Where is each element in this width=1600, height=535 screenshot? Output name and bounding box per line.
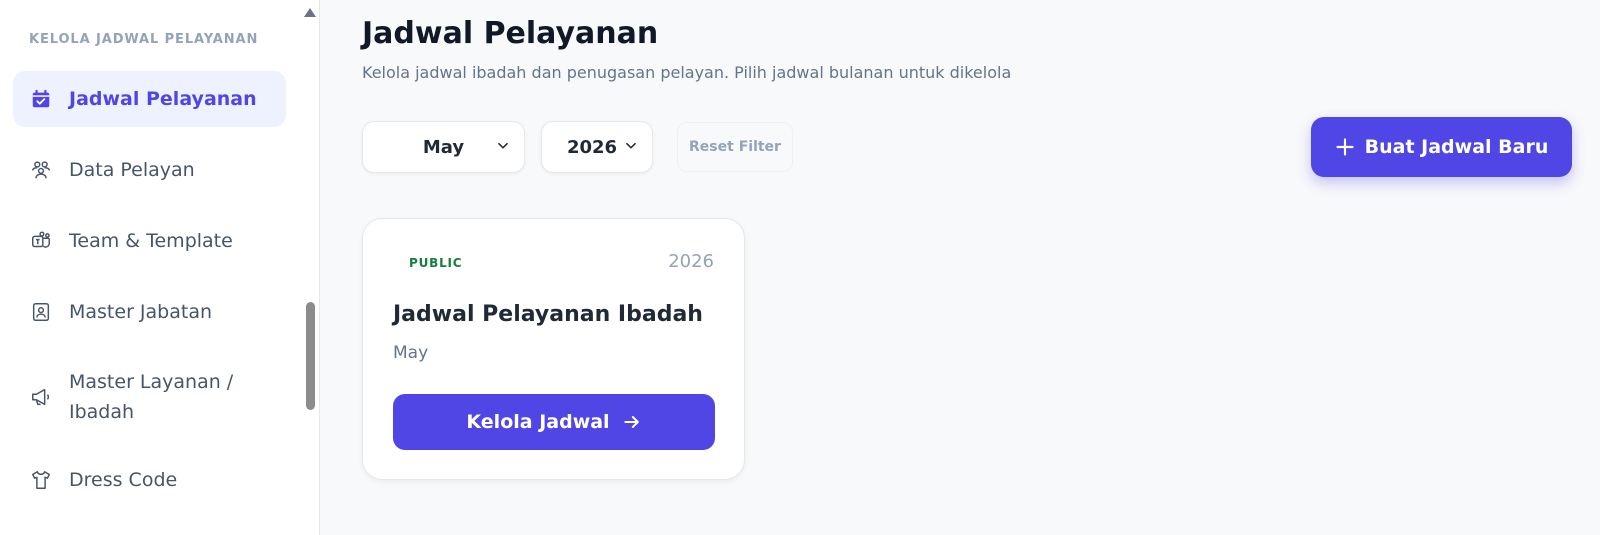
page-title: Jadwal Pelayanan bbox=[362, 16, 659, 51]
month-select[interactable]: May bbox=[362, 121, 525, 173]
month-select-value: May bbox=[422, 136, 465, 158]
sidebar-item-label: Dress Code bbox=[69, 469, 178, 491]
create-schedule-button[interactable]: Buat Jadwal Baru bbox=[1311, 117, 1572, 177]
year-select[interactable]: 2026 bbox=[541, 121, 653, 173]
sidebar-item-label-line2: Ibadah bbox=[69, 401, 135, 423]
scroll-up-arrow-icon[interactable] bbox=[304, 8, 316, 17]
plus-icon bbox=[1336, 138, 1354, 156]
create-schedule-label: Buat Jadwal Baru bbox=[1364, 136, 1549, 158]
sidebar-section-label: KELOLA JADWAL PELAYANAN bbox=[29, 32, 259, 47]
teams-icon bbox=[29, 229, 53, 253]
sidebar-item-team-template[interactable]: Team & Template bbox=[13, 213, 286, 269]
arrow-right-icon bbox=[623, 416, 639, 428]
users-group-icon bbox=[29, 158, 53, 182]
calendar-check-icon bbox=[29, 87, 53, 111]
reset-filter-button[interactable]: Reset Filter bbox=[677, 122, 793, 172]
chevron-down-icon bbox=[626, 142, 636, 149]
sidebar-item-label: Master Jabatan bbox=[69, 301, 213, 323]
sidebar-scrollbar[interactable] bbox=[301, 0, 317, 535]
sidebar-item-master-jabatan[interactable]: Master Jabatan bbox=[13, 284, 286, 340]
chevron-down-icon bbox=[498, 142, 508, 149]
sidebar-item-jadwal-pelayanan[interactable]: Jadwal Pelayanan bbox=[13, 71, 286, 127]
schedule-month: May bbox=[393, 343, 429, 363]
sidebar-item-data-pelayan[interactable]: Data Pelayan bbox=[13, 142, 286, 198]
sidebar-item-label: Master Layanan / bbox=[69, 371, 234, 393]
schedule-card: PUBLIC 2026 Jadwal Pelayanan Ibadah May … bbox=[362, 218, 745, 480]
scrollbar-thumb[interactable] bbox=[306, 302, 315, 410]
year-select-value: 2026 bbox=[566, 136, 618, 158]
manage-schedule-label: Kelola Jadwal bbox=[466, 411, 610, 433]
visibility-badge: PUBLIC bbox=[409, 256, 463, 270]
manage-schedule-button[interactable]: Kelola Jadwal bbox=[393, 394, 715, 450]
sidebar-item-label: Jadwal Pelayanan bbox=[69, 88, 257, 110]
sidebar-item-label: Data Pelayan bbox=[69, 159, 195, 181]
sidebar-item-master-layanan[interactable]: Master Layanan / Ibadah bbox=[13, 354, 286, 440]
sidebar-item-dress-code[interactable]: Dress Code bbox=[13, 452, 286, 508]
schedule-year: 2026 bbox=[668, 251, 714, 272]
sidebar: KELOLA JADWAL PELAYANAN Jadwal Pelayanan… bbox=[0, 0, 320, 535]
page-subtitle: Kelola jadwal ibadah dan penugasan pelay… bbox=[362, 63, 1012, 82]
shirt-icon bbox=[29, 468, 53, 492]
megaphone-icon bbox=[29, 385, 53, 409]
app-window: KELOLA JADWAL PELAYANAN Jadwal Pelayanan… bbox=[0, 0, 1600, 535]
sidebar-item-label: Team & Template bbox=[69, 230, 233, 252]
id-badge-icon bbox=[29, 300, 53, 324]
schedule-title: Jadwal Pelayanan Ibadah bbox=[393, 302, 703, 327]
